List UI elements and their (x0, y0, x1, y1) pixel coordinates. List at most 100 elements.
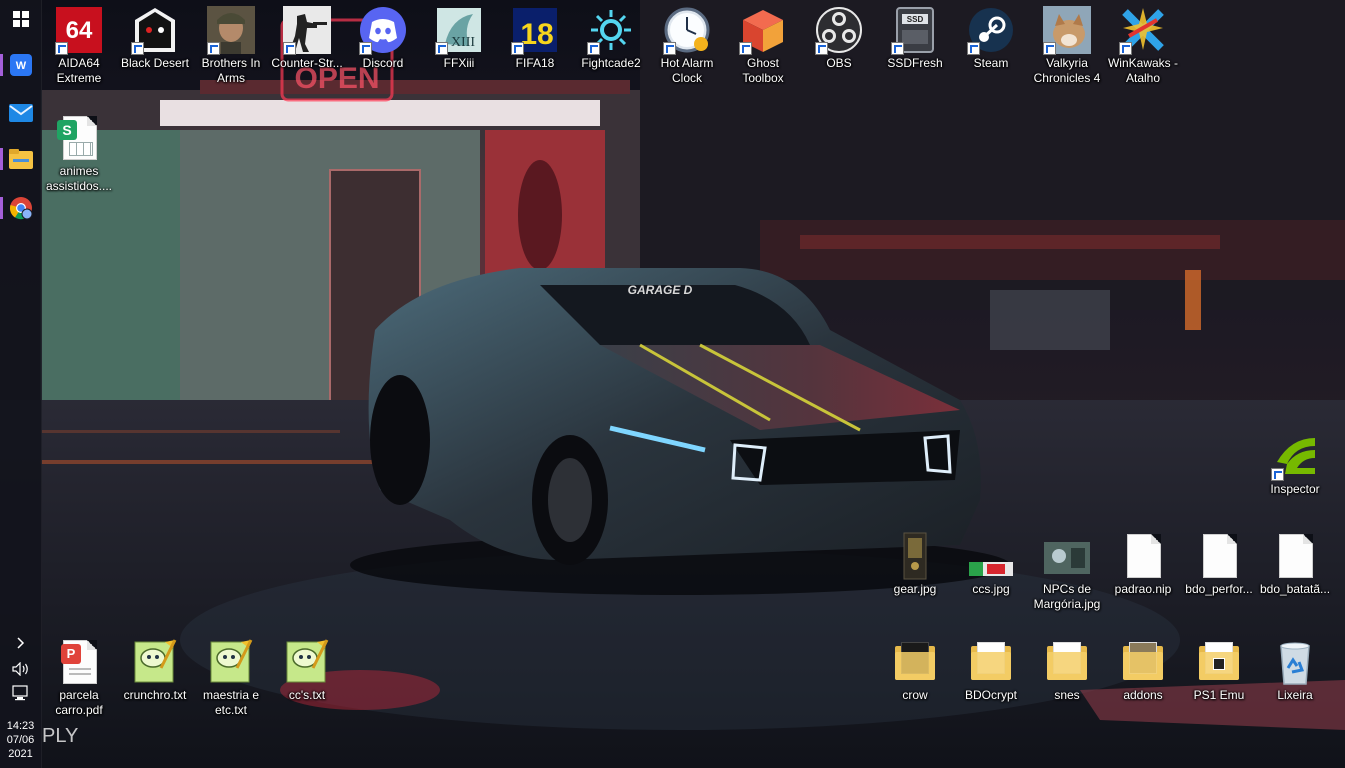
shortcut-arrow-icon (663, 42, 676, 55)
desktop-icon-ccs-txt[interactable]: cc's.txt (269, 638, 345, 703)
taskbar-active-indicator (0, 54, 3, 76)
desktop-icon-bdocrypt-folder[interactable]: BDOcrypt (953, 638, 1029, 703)
icon-label: AIDA64 Extreme (56, 56, 102, 85)
chevron-right-icon (16, 637, 24, 649)
car-badge-text: GARAGE D (628, 283, 693, 297)
svg-text:SSD: SSD (907, 15, 924, 24)
desktop-icon-inspector[interactable]: Inspector (1257, 432, 1333, 497)
taskbar-clock[interactable]: 14:23 07/06 2021 (0, 719, 41, 761)
desktop-icon-animes-assistidos[interactable]: S animes assistidos.... (41, 114, 117, 194)
taskbar-active-indicator (0, 148, 3, 170)
shortcut-arrow-icon (1043, 42, 1056, 55)
icon-label: gear.jpg (893, 582, 937, 596)
icon-label: Black Desert (120, 56, 190, 70)
folder-icon (1043, 638, 1091, 686)
chrome-icon (9, 197, 32, 220)
desktop-icon-valkyria-chronicles-4[interactable]: Valkyria Chronicles 4 (1029, 6, 1105, 86)
desktop-icon-bdo-performance[interactable]: bdo_perfor... (1181, 532, 1257, 597)
folder-icon (967, 638, 1015, 686)
shortcut-arrow-icon (587, 42, 600, 55)
desktop-icon-steam[interactable]: Steam (953, 6, 1029, 71)
clock-date: 07/06 (6, 734, 35, 746)
taskbar-mail[interactable] (4, 98, 37, 128)
desktop-icon-ps1-emu-folder[interactable]: PS1 Emu (1181, 638, 1257, 703)
taskbar-active-indicator (0, 197, 3, 219)
desktop-icon-winkawaks[interactable]: WinKawaks - Atalho (1105, 6, 1181, 86)
desktop-icon-ffxiii[interactable]: XIII FFXiii (421, 6, 497, 71)
desktop-icon-ghost-toolbox[interactable]: Ghost Toolbox (725, 6, 801, 86)
desktop-icon-obs[interactable]: OBS (801, 6, 877, 71)
notepad-file-icon (210, 639, 253, 683)
taskbar-wps-office[interactable]: W (0, 50, 37, 80)
network-button[interactable] (4, 678, 37, 708)
shortcut-arrow-icon (435, 42, 448, 55)
folder-icon (1119, 638, 1167, 686)
desktop-icon-ccs-jpg[interactable]: ccs.jpg (953, 532, 1029, 597)
shortcut-arrow-icon (283, 42, 296, 55)
desktop-icon-bdo-batata[interactable]: bdo_batatã... (1257, 532, 1333, 597)
blank-file-icon (1119, 532, 1167, 580)
notepad-file-icon (134, 639, 177, 683)
icon-label: animes assistidos.... (45, 164, 113, 193)
desktop-icon-npcs-jpg[interactable]: NPCs de Margória.jpg (1029, 532, 1105, 612)
desktop-icon-ssdfresh[interactable]: SSD SSDFresh (877, 6, 953, 71)
svg-text:XIII: XIII (451, 35, 475, 50)
icon-label: cc's.txt (288, 688, 326, 702)
desktop-icon-gear-jpg[interactable]: gear.jpg (877, 532, 953, 597)
icon-label: NPCs de Margória.jpg (1033, 582, 1101, 611)
pdf-file-icon: P (55, 638, 103, 686)
svg-text:18: 18 (520, 18, 553, 51)
wallpaper-corner-text: PLY (42, 725, 78, 747)
icon-label: Hot Alarm Clock (660, 56, 714, 85)
windows-start-icon (12, 11, 29, 27)
desktop-icon-crunchro-txt[interactable]: crunchro.txt (117, 638, 193, 703)
icon-label: bdo_batatã... (1259, 582, 1331, 596)
desktop-icon-discord[interactable]: Discord (345, 6, 421, 71)
shortcut-arrow-icon (1271, 468, 1284, 481)
windows-start-button[interactable] (4, 4, 37, 34)
network-icon (11, 685, 28, 701)
shortcut-arrow-icon (815, 42, 828, 55)
file-explorer-icon (8, 149, 33, 169)
icon-label: addons (1123, 688, 1163, 702)
icon-label: Discord (362, 56, 404, 70)
desktop-icon-parcela-carro-pdf[interactable]: P parcela carro.pdf (41, 638, 117, 718)
icon-label: crunchro.txt (123, 688, 187, 702)
taskbar-file-explorer[interactable] (0, 144, 37, 174)
desktop-icon-fightcade2[interactable]: Fightcade2 (573, 6, 649, 71)
icon-label: parcela carro.pdf (55, 688, 103, 717)
desktop-icon-padrao-nip[interactable]: padrao.nip (1105, 532, 1181, 597)
taskbar-chrome[interactable] (0, 193, 37, 223)
image-file-icon (903, 532, 927, 580)
desktop-icon-recycle-bin[interactable]: Lixeira (1257, 638, 1333, 703)
icon-label: PS1 Emu (1193, 688, 1245, 702)
desktop-icon-hot-alarm-clock[interactable]: Hot Alarm Clock (649, 6, 725, 86)
desktop-icon-maestria-txt[interactable]: maestria e etc.txt (193, 638, 269, 718)
desktop-icon-black-desert[interactable]: Black Desert (117, 6, 193, 71)
desktop-icon-brothers-in-arms[interactable]: Brothers In Arms (193, 6, 269, 86)
icon-label: WinKawaks - Atalho (1107, 56, 1178, 85)
icon-label: snes (1054, 688, 1080, 702)
desktop-icon-aida64[interactable]: 64 AIDA64 Extreme (41, 6, 117, 86)
icon-label: OBS (826, 56, 852, 70)
image-file-icon (969, 562, 1013, 576)
desktop-icon-addons-folder[interactable]: addons (1105, 638, 1181, 703)
desktop-icon-counter-strike[interactable]: Counter-Str... (269, 6, 345, 71)
desktop-icon-crow-folder[interactable]: crow (877, 638, 953, 703)
shortcut-arrow-icon (511, 42, 524, 55)
icon-label: maestria e etc.txt (202, 688, 260, 717)
desktop-icon-fifa18[interactable]: 18 FIFA18 (497, 6, 573, 71)
blank-file-icon (1195, 532, 1243, 580)
recycle-bin-icon (1280, 642, 1310, 685)
icon-label: SSDFresh (887, 56, 943, 70)
icon-label: Counter-Str... (271, 56, 343, 70)
icon-label: BDOcrypt (964, 688, 1017, 702)
icon-label: Brothers In Arms (201, 56, 261, 85)
shortcut-arrow-icon (55, 42, 68, 55)
icon-label: Fightcade2 (581, 56, 641, 70)
shortcut-arrow-icon (967, 42, 980, 55)
mail-icon (8, 104, 33, 122)
shortcut-arrow-icon (207, 42, 220, 55)
desktop-icon-snes-folder[interactable]: snes (1029, 638, 1105, 703)
notepad-file-icon (286, 639, 329, 683)
